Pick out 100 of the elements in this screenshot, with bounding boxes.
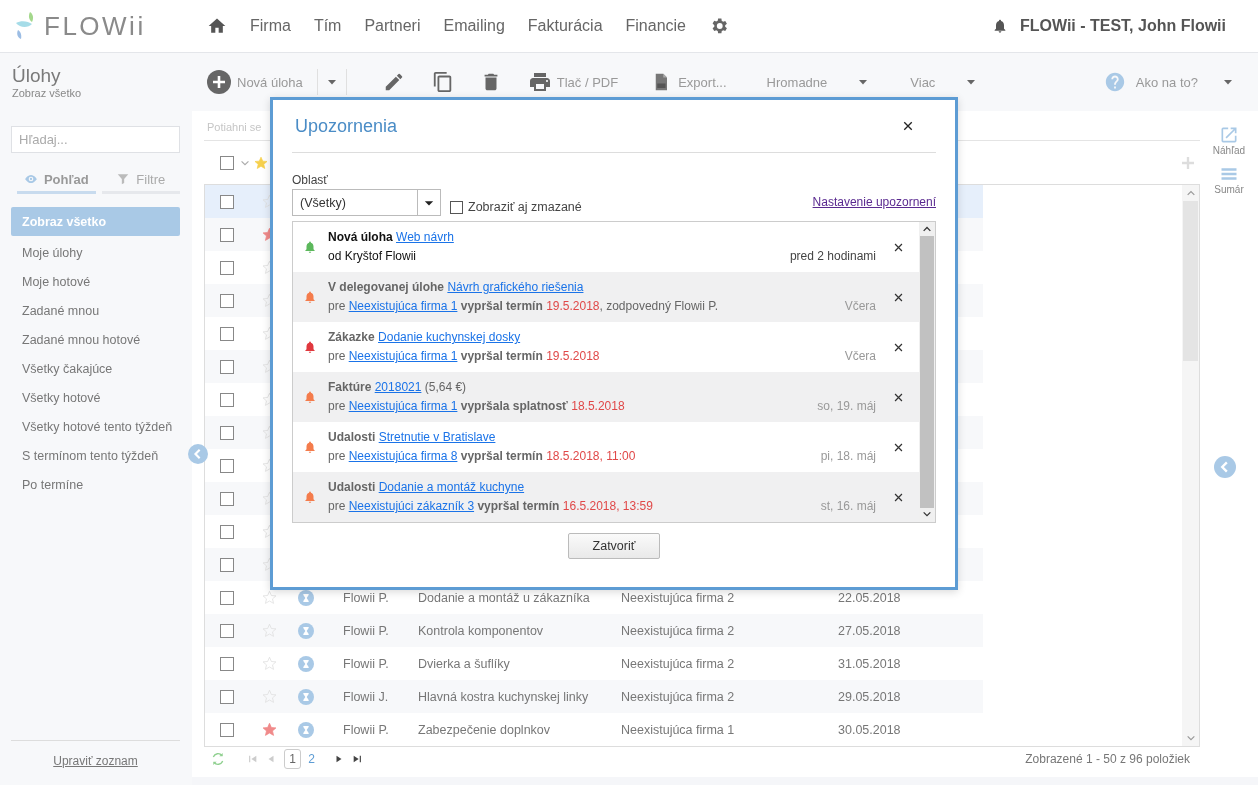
notification-link[interactable]: 2018021 bbox=[374, 380, 422, 394]
edit-list-link[interactable]: Upraviť zoznam bbox=[53, 754, 138, 768]
export-button[interactable]: Export... bbox=[652, 71, 727, 93]
close-icon[interactable] bbox=[893, 291, 904, 303]
notification-link[interactable]: Neexistujúca firma 1 bbox=[348, 349, 458, 363]
page-link[interactable]: 2 bbox=[303, 749, 320, 769]
checkbox[interactable] bbox=[220, 425, 234, 440]
close-icon[interactable] bbox=[893, 241, 904, 253]
notification-link[interactable]: Neexistujúca firma 1 bbox=[348, 399, 458, 413]
sidebar-item[interactable]: Moje úlohy bbox=[11, 238, 180, 267]
sidebar-item[interactable]: Moje hotové bbox=[11, 267, 180, 296]
settings-link[interactable]: Nastavenie upozornení bbox=[812, 195, 936, 209]
star-icon[interactable] bbox=[262, 722, 277, 737]
notification-time: Včera bbox=[844, 349, 876, 363]
table-cell: Neexistujúca firma 2 bbox=[621, 656, 735, 671]
copy-icon[interactable] bbox=[431, 71, 454, 93]
summary-button[interactable]: Sumár bbox=[1214, 164, 1244, 195]
close-icon[interactable] bbox=[893, 441, 904, 453]
star-outline-icon[interactable] bbox=[262, 656, 277, 671]
checkbox[interactable] bbox=[220, 326, 234, 341]
print-button[interactable]: Tlač / PDF bbox=[527, 70, 619, 94]
checkbox[interactable] bbox=[220, 689, 234, 704]
view-tab[interactable]: Pohľad bbox=[17, 171, 96, 194]
notification-text: od Kryštof Flowii bbox=[328, 249, 418, 264]
nav-link[interactable]: Firma bbox=[250, 17, 291, 35]
table-row[interactable]: Flowii P. Kontrola komponentov Neexistujúca firma 2 27.05.2018 bbox=[205, 614, 983, 647]
nav-link[interactable]: Emailing bbox=[443, 17, 505, 35]
checkbox[interactable] bbox=[220, 491, 234, 506]
plus-icon bbox=[207, 70, 231, 94]
new-task-button[interactable]: Nová úloha bbox=[207, 70, 303, 94]
table-cell: Dvierka a šuflíky bbox=[418, 656, 510, 671]
table-row[interactable]: Flowii J. Hlavná kostra kuchynskej linky Neexistujúca firma 2 29.05.2018 bbox=[205, 680, 983, 713]
notification-link[interactable]: Web návrh bbox=[396, 230, 454, 244]
checkbox[interactable] bbox=[220, 293, 234, 308]
checkbox[interactable] bbox=[220, 227, 234, 242]
close-icon[interactable] bbox=[902, 120, 914, 132]
nav-link[interactable]: Tím bbox=[313, 17, 342, 35]
more-dropdown[interactable]: Viac bbox=[910, 74, 978, 90]
notification-text: Nová úloha Web návrh bbox=[328, 230, 455, 245]
notification-link[interactable]: Návrh grafického riešenia bbox=[447, 280, 584, 294]
sidebar-item[interactable]: Všetky hotové bbox=[11, 383, 180, 412]
hourglass-icon bbox=[298, 622, 314, 639]
table-cell: Flowii P. bbox=[343, 722, 389, 737]
checkbox[interactable] bbox=[450, 200, 463, 214]
home-icon[interactable] bbox=[207, 16, 227, 36]
nav-link[interactable]: Partneri bbox=[364, 17, 421, 35]
checkbox[interactable] bbox=[220, 623, 234, 638]
page-subtitle: Zobraz všetko bbox=[12, 87, 83, 99]
scroll-down-icon[interactable] bbox=[922, 509, 932, 519]
sidebar-item[interactable]: Všetky čakajúce bbox=[11, 354, 180, 383]
checkbox[interactable] bbox=[220, 524, 234, 539]
checkbox[interactable] bbox=[220, 557, 234, 572]
search-field[interactable]: Hľadaj... bbox=[11, 126, 180, 153]
sidebar-item[interactable]: Po termíne bbox=[11, 470, 180, 499]
checkbox[interactable] bbox=[220, 392, 234, 407]
close-icon[interactable] bbox=[893, 391, 904, 403]
view-tab[interactable]: Filtre bbox=[101, 171, 180, 194]
refresh-icon[interactable] bbox=[210, 751, 226, 767]
page-last-icon[interactable] bbox=[352, 754, 362, 764]
nav-link[interactable]: Financie bbox=[625, 17, 686, 35]
table-cell: Flowii P. bbox=[343, 590, 389, 605]
notification-time: st, 16. máj bbox=[820, 499, 876, 513]
dialog-title: Upozornenia bbox=[295, 115, 398, 137]
checkbox[interactable] bbox=[220, 194, 234, 209]
checkbox[interactable] bbox=[220, 359, 234, 374]
checkbox[interactable] bbox=[220, 722, 234, 737]
close-icon[interactable] bbox=[893, 341, 904, 353]
notification-link[interactable]: Neexistujúca firma 1 bbox=[348, 299, 458, 313]
notification-link[interactable]: Neexistujúca firma 8 bbox=[348, 449, 458, 463]
area-select[interactable]: (Všetky) bbox=[292, 189, 441, 216]
sidebar-item[interactable]: Všetky hotové tento týždeň bbox=[11, 412, 180, 441]
notification-text: Faktúre 2018021 (5,64 €) bbox=[328, 380, 468, 395]
sidebar-item[interactable]: Zadané mnou hotové bbox=[11, 325, 180, 354]
notification-text: pre Neexistujúca firma 1 vypršal termín 19.5.2018, zodpovedný Flowii P. bbox=[328, 299, 720, 314]
external-link-icon bbox=[1219, 125, 1239, 145]
scrollbar-thumb[interactable] bbox=[920, 236, 934, 508]
star-outline-icon[interactable] bbox=[262, 590, 277, 605]
sidebar-item[interactable]: Zadané mnou bbox=[11, 296, 180, 325]
close-button[interactable]: Zatvoriť bbox=[568, 533, 660, 559]
bulk-dropdown[interactable]: Hromadne bbox=[766, 74, 870, 90]
help-dropdown[interactable]: Ako na to? bbox=[1135, 74, 1234, 90]
table-cell: 27.05.2018 bbox=[838, 623, 901, 638]
sidebar-item[interactable]: S termínom tento týždeň bbox=[11, 441, 180, 470]
notification-link[interactable]: Neexistujúci zákazník 3 bbox=[348, 499, 475, 513]
nav-link[interactable]: Fakturácia bbox=[527, 17, 603, 35]
notification-link[interactable]: Dodanie kuchynskej dosky bbox=[378, 330, 521, 344]
scrollbar-thumb[interactable] bbox=[1183, 201, 1198, 361]
notification-link[interactable]: Dodanie a montáž kuchyne bbox=[378, 480, 525, 494]
close-icon[interactable] bbox=[893, 491, 904, 503]
user-name[interactable]: FLOWii - TEST, John Flowii bbox=[1019, 17, 1226, 35]
checkbox[interactable] bbox=[220, 458, 234, 473]
checkbox[interactable] bbox=[220, 155, 234, 170]
table-cell: Hlavná kostra kuchynskej linky bbox=[418, 689, 589, 704]
notification-link[interactable]: Stretnutie v Bratislave bbox=[378, 430, 496, 444]
checkbox[interactable] bbox=[220, 260, 234, 275]
checkbox[interactable] bbox=[220, 590, 234, 605]
preview-button[interactable]: Náhľad bbox=[1212, 125, 1246, 156]
page-link[interactable]: 1 bbox=[284, 749, 301, 769]
checkbox[interactable] bbox=[220, 656, 234, 671]
page-next-icon[interactable] bbox=[334, 754, 344, 764]
